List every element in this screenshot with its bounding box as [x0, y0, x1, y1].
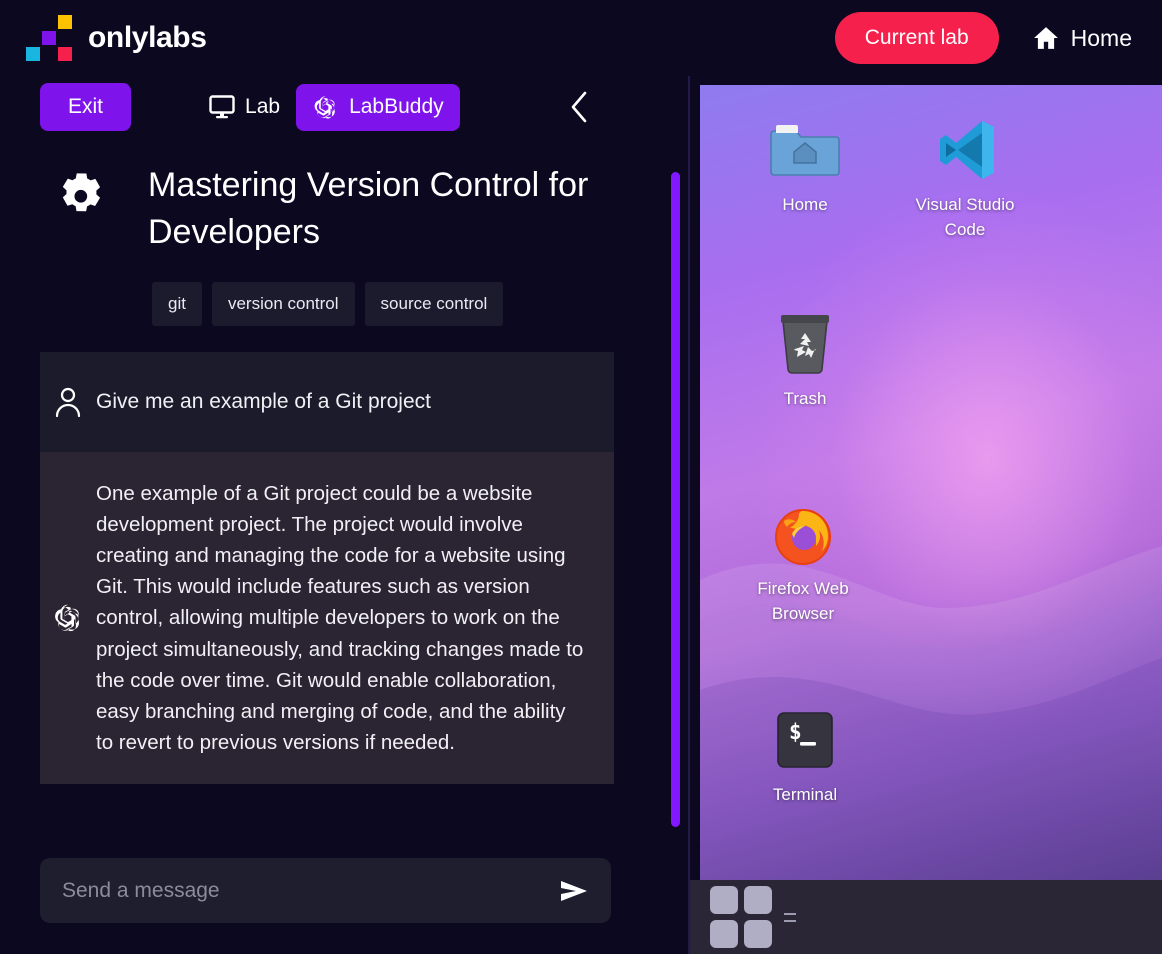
home-icon: [1033, 27, 1058, 49]
monitor-icon: [209, 95, 235, 119]
desktop-icon-label: Visual Studio Code: [915, 195, 1015, 239]
desktop-icon-firefox[interactable]: Firefox Web Browser: [738, 497, 868, 626]
brand-name: onlylabs: [88, 21, 207, 54]
tab-labbuddy[interactable]: LabBuddy: [296, 83, 460, 131]
apps-grid-cell: [710, 886, 738, 914]
person-icon: [55, 387, 81, 417]
header-actions: Current lab Home: [834, 12, 1132, 64]
desktop-icon-home[interactable]: Home: [740, 113, 870, 218]
tag-item[interactable]: git: [152, 281, 202, 326]
firefox-icon: [738, 497, 868, 571]
message-composer: [40, 858, 611, 923]
assistant-avatar: [40, 602, 96, 634]
user-avatar: [40, 387, 96, 417]
apps-grid-icon[interactable]: [710, 886, 772, 948]
tag-item[interactable]: version control: [211, 281, 355, 326]
message-input[interactable]: [62, 878, 559, 903]
remote-desktop-view[interactable]: Home Visual Studio Code Trash Firefox We…: [700, 85, 1162, 880]
assistant-message-text: One example of a Git project could be a …: [96, 481, 584, 755]
tag-item[interactable]: source control: [364, 281, 504, 326]
trash-icon: [740, 307, 870, 381]
chat-thread: Give me an example of a Git project One …: [0, 351, 688, 785]
lab-tags: git version control source control: [0, 256, 688, 326]
lab-header: Mastering Version Control for Developers: [0, 138, 688, 256]
tab-lab[interactable]: Lab: [193, 85, 296, 129]
lab-app-window: onlylabs Current lab Home Exit Lab LabBu…: [0, 0, 1162, 954]
view-switcher: Lab LabBuddy: [193, 83, 460, 131]
page-title: Mastering Version Control for Developers: [148, 166, 589, 251]
desktop-icon-label: Home: [782, 195, 828, 214]
home-folder-icon: [740, 113, 870, 187]
home-label: Home: [1070, 24, 1132, 51]
tab-labbuddy-label: LabBuddy: [349, 95, 444, 118]
desktop-taskbar: [690, 880, 1162, 954]
user-message-text: Give me an example of a Git project: [96, 389, 431, 413]
onlylabs-logo-icon: [26, 15, 72, 61]
tab-lab-label: Lab: [245, 95, 281, 118]
exit-button[interactable]: Exit: [40, 83, 132, 131]
dots-icon[interactable]: [784, 912, 796, 922]
desktop-icon-label: Firefox Web Browser: [757, 579, 849, 623]
current-lab-button[interactable]: Current lab: [834, 12, 999, 64]
chat-message-assistant: One example of a Git project could be a …: [40, 451, 614, 785]
desktop-icon-terminal[interactable]: $ Terminal: [740, 703, 870, 808]
vscode-icon: [900, 113, 1030, 187]
svg-text:$: $: [789, 720, 802, 744]
top-header: onlylabs Current lab Home: [0, 0, 1162, 76]
apps-grid-cell: [744, 886, 772, 914]
desktop-icon-trash[interactable]: Trash: [740, 307, 870, 412]
home-nav-link[interactable]: Home: [1033, 25, 1132, 52]
desktop-icon-label: Trash: [783, 389, 827, 408]
labbuddy-panel: Exit Lab LabBuddy Mastering Version Cont…: [0, 76, 690, 954]
panel-toolbar: Exit Lab LabBuddy: [0, 76, 688, 138]
openai-spiral-icon: [55, 604, 80, 632]
chat-message-user: Give me an example of a Git project: [40, 351, 614, 452]
desktop-icon-vscode[interactable]: Visual Studio Code: [900, 113, 1030, 242]
brand-logo[interactable]: onlylabs: [26, 15, 207, 61]
collapse-panel-button[interactable]: [560, 87, 600, 127]
apps-grid-cell: [710, 920, 738, 948]
chat-scrollbar-thumb[interactable]: [671, 172, 680, 827]
openai-spiral-icon: [314, 95, 335, 119]
terminal-icon: $: [740, 703, 870, 777]
send-arrow-icon[interactable]: [559, 878, 589, 904]
chevron-left-icon: [571, 91, 586, 123]
gears-icon: [62, 173, 101, 212]
desktop-icon-label: Terminal: [772, 785, 838, 804]
apps-grid-cell: [744, 920, 772, 948]
